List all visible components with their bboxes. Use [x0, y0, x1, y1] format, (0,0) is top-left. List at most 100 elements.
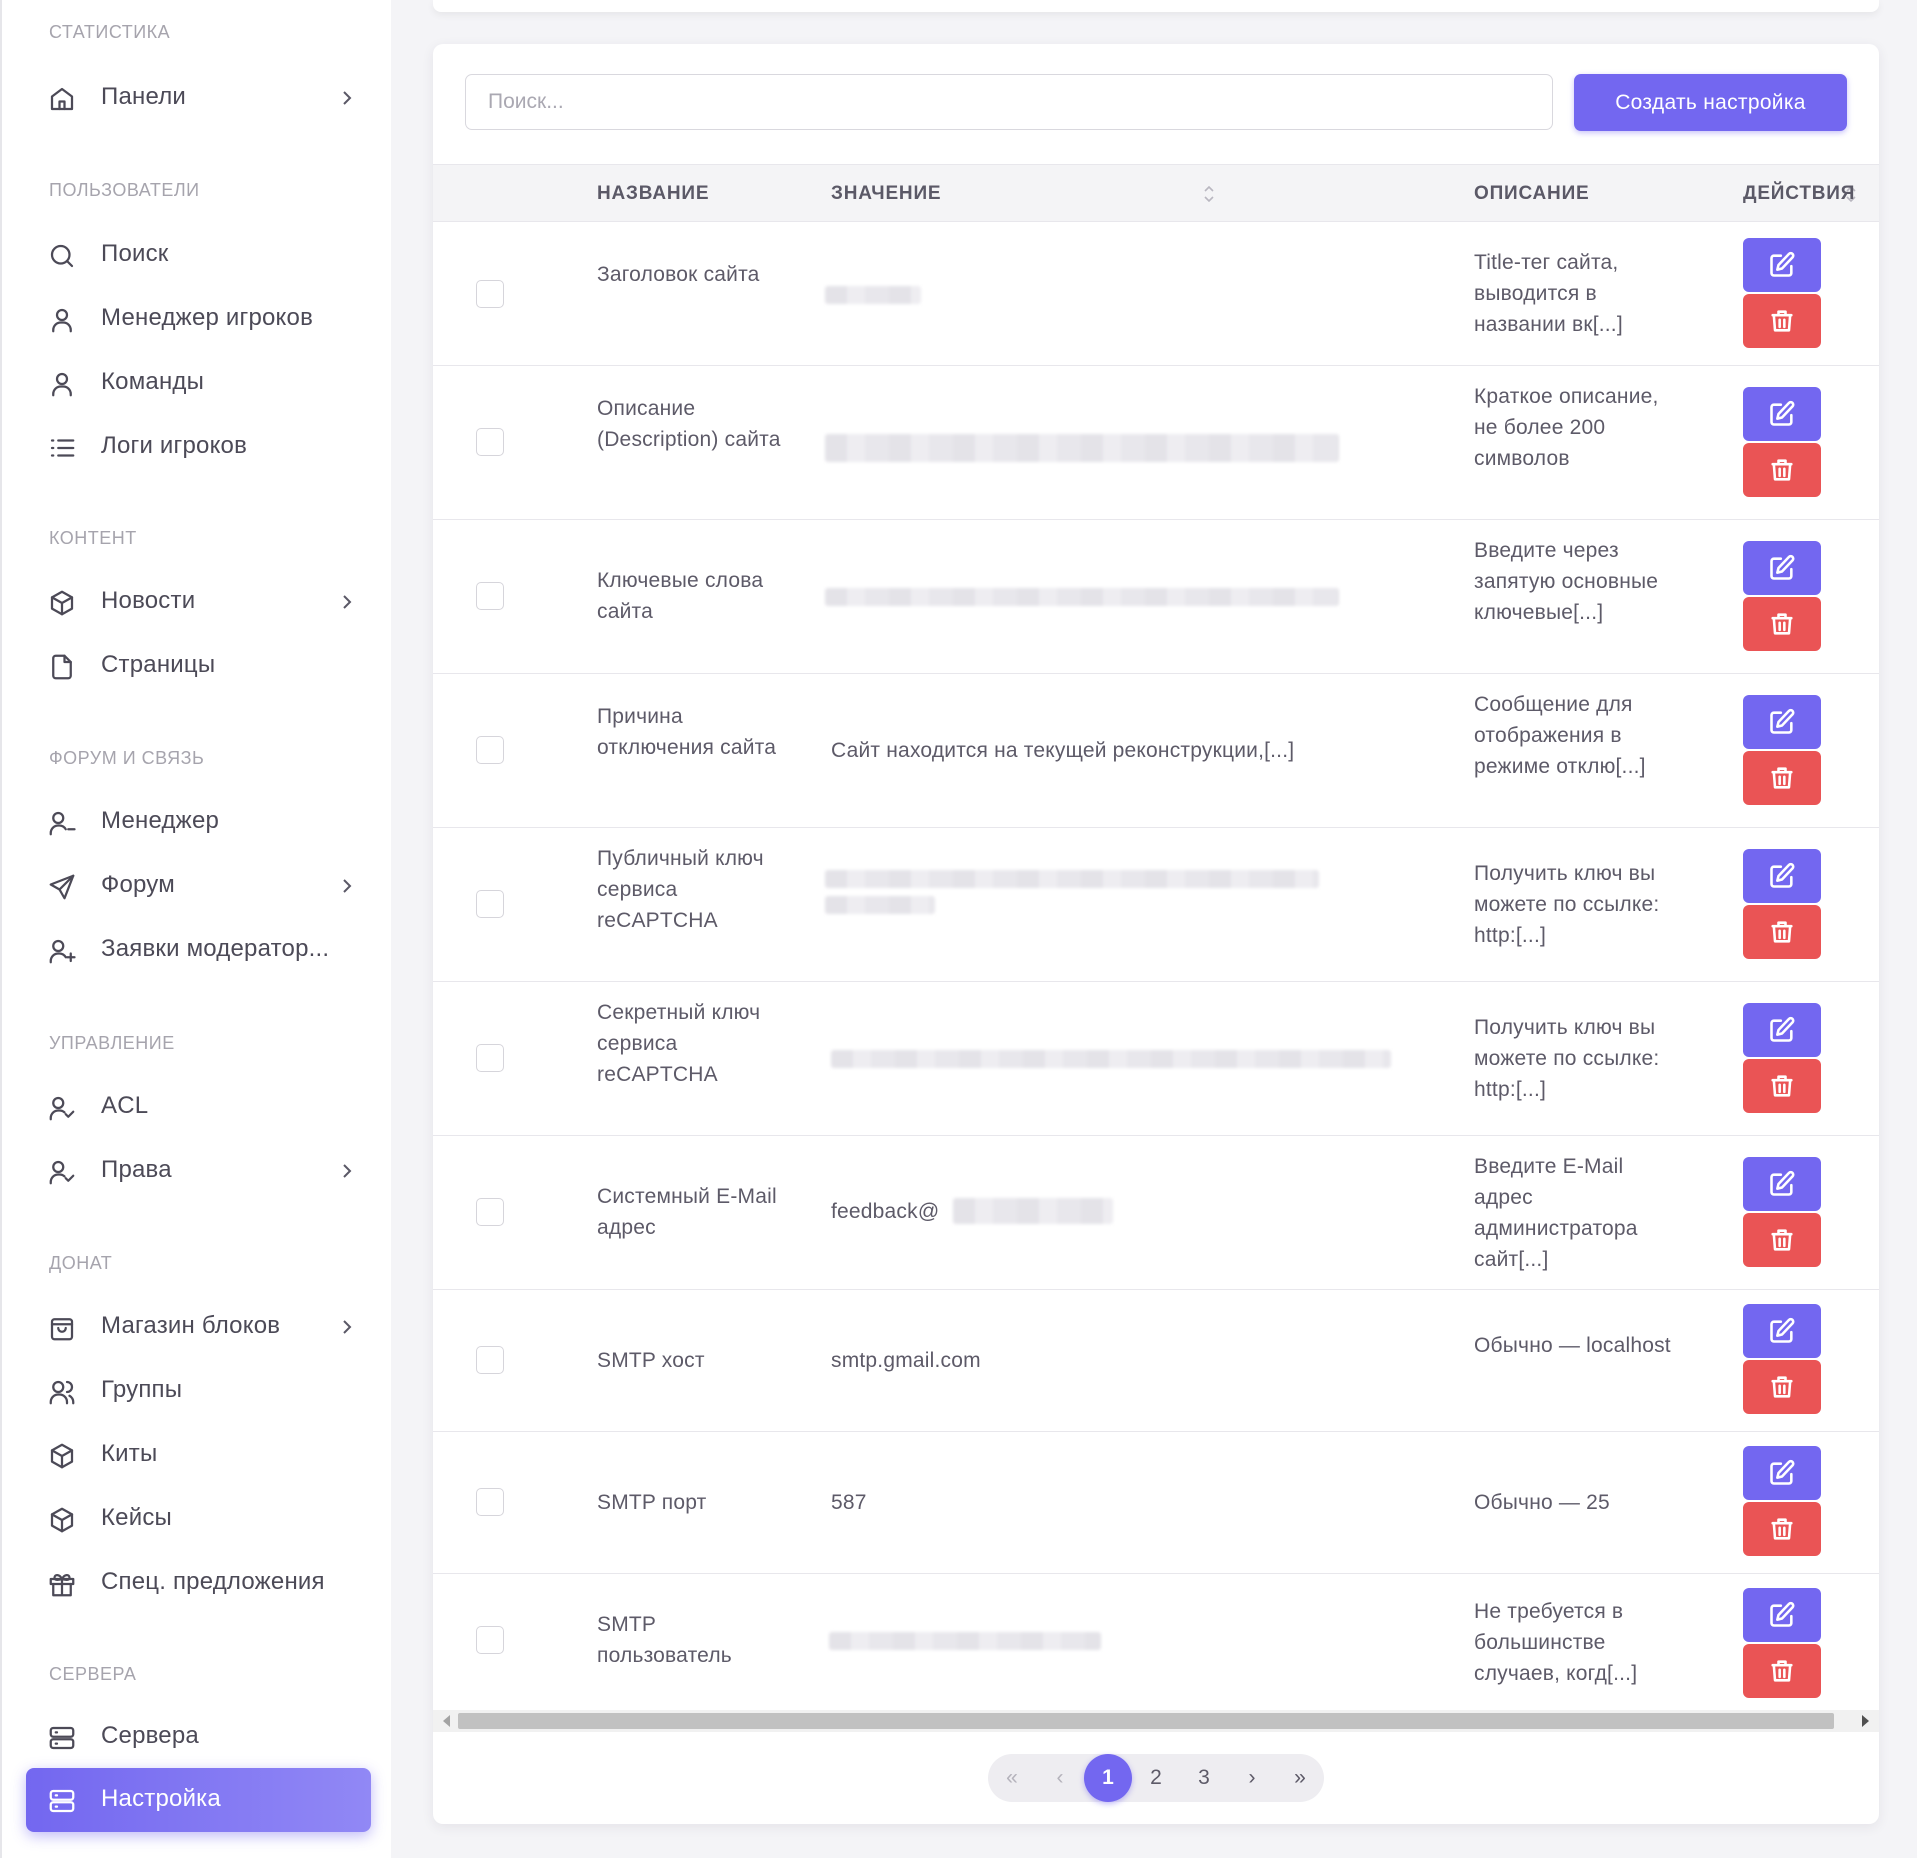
- row-checkbox[interactable]: [476, 1044, 504, 1072]
- chevron-right-icon: [337, 88, 357, 108]
- sidebar-item-moderator-requests[interactable]: Заявки модератор...: [26, 918, 371, 982]
- table-row: SMTP хост smtp.gmail.com Обычно — localh…: [433, 1290, 1879, 1432]
- scrollbar-thumb[interactable]: [458, 1713, 1834, 1729]
- row-checkbox[interactable]: [476, 1488, 504, 1516]
- sidebar-item-player-manager[interactable]: Менеджер игроков: [26, 287, 371, 351]
- sidebar-item-panels[interactable]: Панели: [26, 66, 371, 130]
- sidebar-item-rights[interactable]: Права: [26, 1139, 371, 1203]
- edit-icon: [1770, 1016, 1795, 1042]
- section-title-content: КОНТЕНТ: [49, 528, 137, 548]
- delete-button[interactable]: [1743, 905, 1821, 959]
- edit-button[interactable]: [1743, 1157, 1821, 1211]
- delete-button[interactable]: [1743, 1213, 1821, 1267]
- sidebar-item-cases[interactable]: Кейсы: [26, 1487, 371, 1551]
- row-checkbox[interactable]: [476, 1346, 504, 1374]
- column-header-value[interactable]: ЗНАЧЕНИЕ: [831, 183, 941, 205]
- chevron-right-icon: [337, 1317, 357, 1337]
- sidebar-item-servers[interactable]: Сервера: [26, 1705, 371, 1769]
- settings-card: Создать настройка НАЗВАНИЕ ЗНАЧЕНИЕ ОПИС…: [433, 44, 1879, 1824]
- sidebar-item-settings[interactable]: Настройка: [26, 1768, 371, 1832]
- edit-icon: [1770, 1601, 1795, 1627]
- sidebar-item-manager[interactable]: Менеджер: [26, 790, 371, 854]
- page-2-button[interactable]: 2: [1132, 1754, 1180, 1802]
- scroll-left-arrow-icon[interactable]: [443, 1715, 450, 1727]
- setting-description: Получить ключ вы можете по ссылке: http:…: [1474, 862, 1660, 947]
- page-1-button[interactable]: 1: [1084, 1754, 1132, 1802]
- row-checkbox[interactable]: [476, 280, 504, 308]
- edit-icon: [1770, 1459, 1795, 1485]
- chevron-right-icon: [337, 876, 357, 896]
- column-header-name[interactable]: НАЗВАНИЕ: [597, 183, 709, 205]
- shopping-bag-icon: [47, 1313, 77, 1343]
- page-first-button[interactable]: «: [988, 1754, 1036, 1802]
- delete-button[interactable]: [1743, 294, 1821, 348]
- sidebar-item-label: Форум: [101, 871, 175, 898]
- search-input[interactable]: [465, 74, 1553, 130]
- delete-button[interactable]: [1743, 751, 1821, 805]
- blurred-value: [829, 1632, 1101, 1650]
- delete-button[interactable]: [1743, 597, 1821, 651]
- edit-button[interactable]: [1743, 1588, 1821, 1642]
- trash-icon: [1771, 1376, 1793, 1398]
- user-check-icon: [47, 1093, 77, 1123]
- setting-value: Сайт находится на текущей реконструкции,…: [831, 739, 1295, 762]
- section-title-statistics: СТАТИСТИКА: [49, 22, 171, 42]
- scroll-right-arrow-icon[interactable]: [1862, 1715, 1869, 1727]
- delete-button[interactable]: [1743, 1059, 1821, 1113]
- edit-button[interactable]: [1743, 1003, 1821, 1057]
- section-title-users: ПОЛЬЗОВАТЕЛИ: [49, 180, 200, 200]
- table-row: Причина отключения сайта Сайт находится …: [433, 674, 1879, 828]
- sidebar-item-player-logs[interactable]: Логи игроков: [26, 415, 371, 479]
- sidebar-item-kits[interactable]: Киты: [26, 1423, 371, 1487]
- send-icon: [47, 872, 77, 902]
- edit-button[interactable]: [1743, 695, 1821, 749]
- sidebar-item-acl[interactable]: ACL: [26, 1075, 371, 1139]
- row-checkbox[interactable]: [476, 1626, 504, 1654]
- delete-button[interactable]: [1743, 1644, 1821, 1698]
- delete-button[interactable]: [1743, 443, 1821, 497]
- blurred-value: [825, 896, 935, 914]
- sidebar-item-teams[interactable]: Команды: [26, 351, 371, 415]
- delete-button[interactable]: [1743, 1360, 1821, 1414]
- edit-button[interactable]: [1743, 541, 1821, 595]
- row-checkbox[interactable]: [476, 1198, 504, 1226]
- sidebar-item-pages[interactable]: Страницы: [26, 634, 371, 698]
- sidebar-item-label: ACL: [101, 1092, 149, 1119]
- setting-value: 587: [831, 1491, 867, 1514]
- row-checkbox[interactable]: [476, 582, 504, 610]
- table-row: Системный E-Mail адрес feedback@ Введите…: [433, 1136, 1879, 1290]
- row-checkbox[interactable]: [476, 736, 504, 764]
- sidebar-item-label: Менеджер: [101, 807, 220, 834]
- box-icon: [47, 1441, 77, 1471]
- edit-button[interactable]: [1743, 238, 1821, 292]
- edit-button[interactable]: [1743, 387, 1821, 441]
- edit-button[interactable]: [1743, 1304, 1821, 1358]
- page-3-button[interactable]: 3: [1180, 1754, 1228, 1802]
- edit-button[interactable]: [1743, 1446, 1821, 1500]
- delete-button[interactable]: [1743, 1502, 1821, 1556]
- sidebar-item-forum[interactable]: Форум: [26, 854, 371, 918]
- blurred-value: [825, 286, 921, 304]
- sidebar-item-search[interactable]: Поиск: [26, 223, 371, 287]
- table-row: Ключевые слова сайта Введите через запят…: [433, 520, 1879, 674]
- sidebar-item-label: Кейсы: [101, 1504, 172, 1531]
- sidebar-item-news[interactable]: Новости: [26, 570, 371, 634]
- row-checkbox[interactable]: [476, 890, 504, 918]
- column-header-description[interactable]: ОПИСАНИЕ: [1474, 183, 1590, 205]
- setting-description: Обычно — localhost: [1474, 1334, 1671, 1357]
- sidebar-item-block-shop[interactable]: Магазин блоков: [26, 1295, 371, 1359]
- sort-icon[interactable]: [1202, 183, 1216, 205]
- edit-button[interactable]: [1743, 849, 1821, 903]
- page-next-button[interactable]: ›: [1228, 1754, 1276, 1802]
- horizontal-scrollbar[interactable]: [433, 1710, 1879, 1732]
- page-last-button[interactable]: »: [1276, 1754, 1324, 1802]
- create-setting-button[interactable]: Создать настройка: [1574, 74, 1847, 131]
- user-plus-icon: [47, 936, 77, 966]
- row-checkbox[interactable]: [476, 428, 504, 456]
- page-prev-button[interactable]: ‹: [1036, 1754, 1084, 1802]
- sidebar-item-special-offers[interactable]: Спец. предложения: [26, 1551, 371, 1615]
- trash-icon: [1771, 310, 1793, 332]
- sidebar-item-groups[interactable]: Группы: [26, 1359, 371, 1423]
- search-icon: [47, 241, 77, 271]
- sidebar-item-label: Группы: [101, 1376, 183, 1403]
